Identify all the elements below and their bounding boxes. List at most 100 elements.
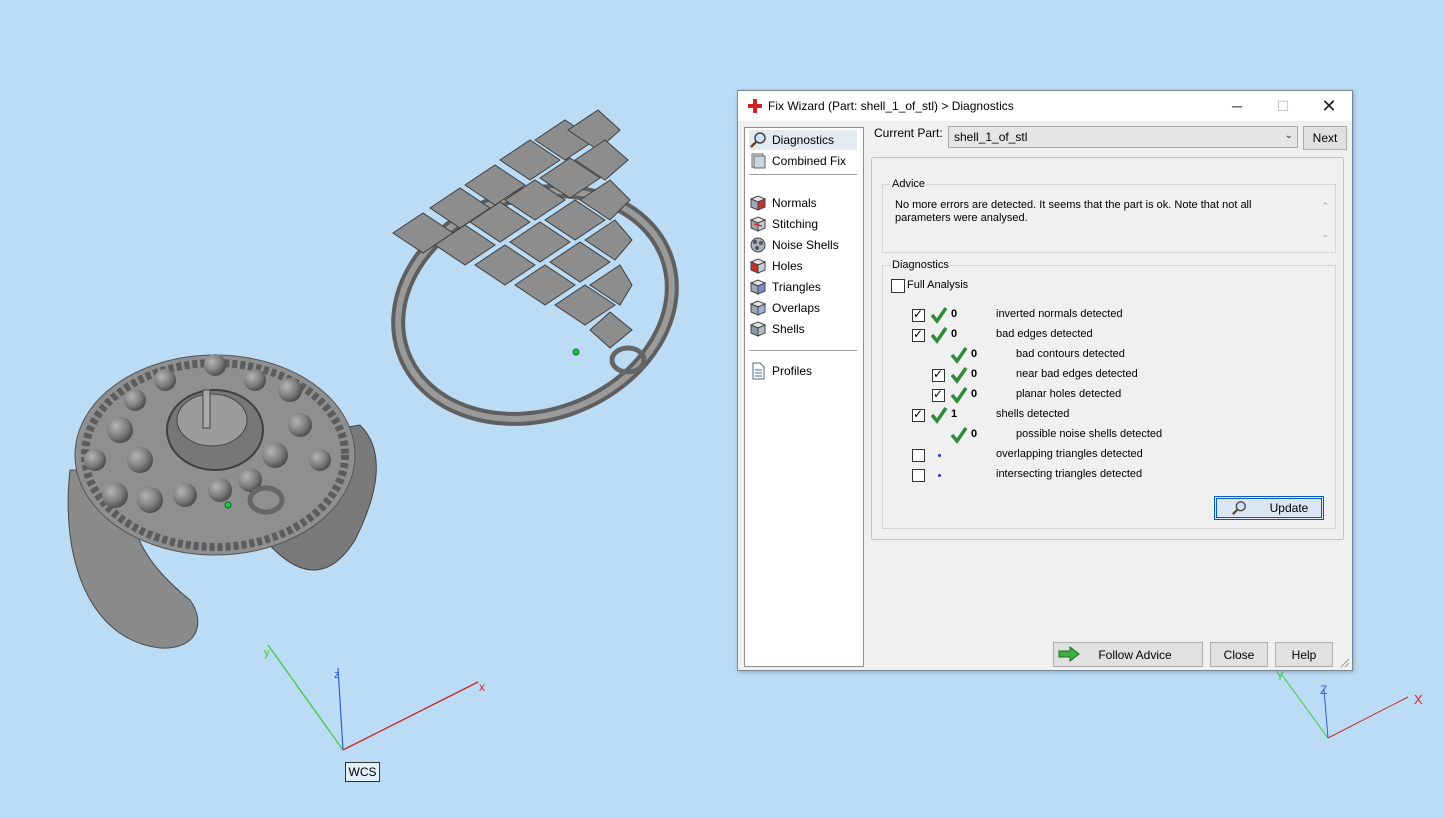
advice-title: Advice [891,178,927,190]
row-count: 0 [951,328,958,340]
sidebar-item-label: Stitching [772,217,819,231]
diagnostic-row-shells: ✓ 1 shells detected [910,407,1330,424]
axis-x-label: x [479,680,485,694]
checkmark-icon: ✓ [913,327,924,341]
diagnostic-row-inverted-normals: ✓ 0 inverted normals detected [910,307,1330,324]
view-axis-z-label: Z [1320,683,1327,697]
green-check-icon [930,327,948,344]
full-analysis-label: Full Analysis [907,279,969,291]
fix-wizard-dialog: Fix Wizard (Part: shell_1_of_stl) > Diag… [737,90,1353,671]
row-count: 1 [951,408,958,420]
scroll-up-icon[interactable]: ⌃ [1321,201,1329,212]
view-axis-triad: Y Z X [1276,669,1423,739]
sidebar-item-holes[interactable]: Holes [749,256,803,276]
sidebar-item-diagnostics[interactable]: Diagnostics [749,130,857,150]
advice-text: No more errors are detected. It seems th… [895,199,1252,224]
not-analysed-dot-icon [938,454,941,457]
row-count: 0 [951,308,958,320]
row-count: 0 [971,388,978,400]
profiles-document-icon [752,362,765,380]
resize-grip-icon[interactable] [1340,658,1350,668]
row-label: bad edges detected [996,328,1093,340]
row-label: shells detected [996,408,1070,420]
sidebar-divider [749,174,857,175]
next-button[interactable]: Next [1303,126,1347,150]
magnifier-icon [1231,501,1246,516]
ornate-ring-model[interactable] [67,354,377,649]
minimize-button[interactable]: ─ [1214,91,1260,121]
magnifier-icon [750,132,766,148]
sidebar-item-label: Combined Fix [772,154,847,168]
triangles-cube-icon [749,279,767,295]
noise-shells-icon [750,237,766,253]
checkerboard-ring-model[interactable] [366,109,704,456]
sidebar-item-label: Triangles [772,280,821,294]
row-checkbox[interactable]: ✓ [932,367,945,382]
dialog-titlebar[interactable]: Fix Wizard (Part: shell_1_of_stl) > Diag… [738,91,1352,121]
sidebar-item-label: Overlaps [772,301,821,315]
overlaps-cube-icon [749,300,767,316]
row-checkbox[interactable] [912,469,925,482]
current-part-label: Current Part: [874,126,943,140]
sidebar-item-profiles[interactable]: Profiles [749,361,812,381]
row-checkbox[interactable] [912,449,925,462]
help-button[interactable]: Help [1275,642,1333,667]
row-label: possible noise shells detected [1016,428,1163,440]
diagnostic-row-planar-holes: ✓ 0 planar holes detected [930,387,1330,404]
row-label: bad contours detected [1016,348,1125,360]
dialog-title: Fix Wizard (Part: shell_1_of_stl) > Diag… [768,99,1014,113]
checkmark-icon: ✓ [913,307,924,321]
update-button[interactable]: Update [1214,496,1324,520]
current-part-select[interactable]: shell_1_of_stl ⌄ [948,126,1298,148]
sidebar-item-label: Holes [772,259,803,273]
sidebar-item-triangles[interactable]: Triangles [749,277,821,297]
diagnostic-row-bad-contours: 0 bad contours detected [930,347,1330,364]
advice-group: Advice No more errors are detected. It s… [882,178,1336,253]
sidebar-item-shells[interactable]: Shells [749,319,805,339]
checkmark-icon: ✓ [913,407,924,421]
checkmark-icon: ✓ [933,387,944,401]
diagnostic-row-intersecting-triangles: intersecting triangles detected [910,467,1330,483]
row-label: inverted normals detected [996,308,1123,320]
sidebar-item-combined-fix[interactable]: Combined Fix [749,151,846,171]
checkmark-icon: ✓ [933,367,944,381]
axis-z-label: z [334,669,340,681]
current-part-value: shell_1_of_stl [954,130,1028,144]
wcs-label: WCS [345,762,380,782]
close-window-button[interactable]: ✕ [1306,91,1352,121]
full-analysis-checkbox[interactable] [891,279,905,293]
green-check-icon [950,347,968,364]
axis-y-label: y [264,647,270,659]
row-checkbox[interactable]: ✓ [912,407,925,422]
red-cross-icon [748,99,762,113]
diagnostics-title: Diagnostics [891,259,950,271]
close-button[interactable]: Close [1210,642,1268,667]
sidebar-divider [749,350,857,351]
follow-advice-button[interactable]: Follow Advice [1053,642,1203,667]
sidebar-item-overlaps[interactable]: Overlaps [749,298,820,318]
sidebar-item-noise-shells[interactable]: Noise Shells [749,235,839,255]
row-label: intersecting triangles detected [996,468,1143,480]
row-checkbox[interactable]: ✓ [932,387,945,402]
diagnostic-row-bad-edges: ✓ 0 bad edges detected [910,327,1330,344]
sidebar-item-label: Shells [772,322,805,336]
maximize-button[interactable]: ☐ [1260,91,1306,121]
shells-cube-icon [749,321,767,337]
sidebar-item-normals[interactable]: Normals [749,193,817,213]
green-check-icon [950,427,968,444]
diagnostic-row-overlapping-triangles: overlapping triangles detected [910,447,1330,463]
scroll-down-icon[interactable]: ⌄ [1321,229,1329,240]
not-analysed-dot-icon [938,474,941,477]
view-axis-y-label: Y [1276,669,1284,683]
update-button-label: Update [1269,501,1309,515]
green-check-icon [930,307,948,324]
green-check-icon [950,367,968,384]
row-checkbox[interactable]: ✓ [912,307,925,322]
holes-cube-icon [749,258,767,274]
follow-advice-label: Follow Advice [1098,647,1172,662]
sidebar-item-stitching[interactable]: Stitching [749,214,818,234]
sidebar-item-label: Noise Shells [772,238,839,252]
green-check-icon [930,407,948,424]
wcs-axis-triad: y z x [264,644,485,751]
row-checkbox[interactable]: ✓ [912,327,925,342]
